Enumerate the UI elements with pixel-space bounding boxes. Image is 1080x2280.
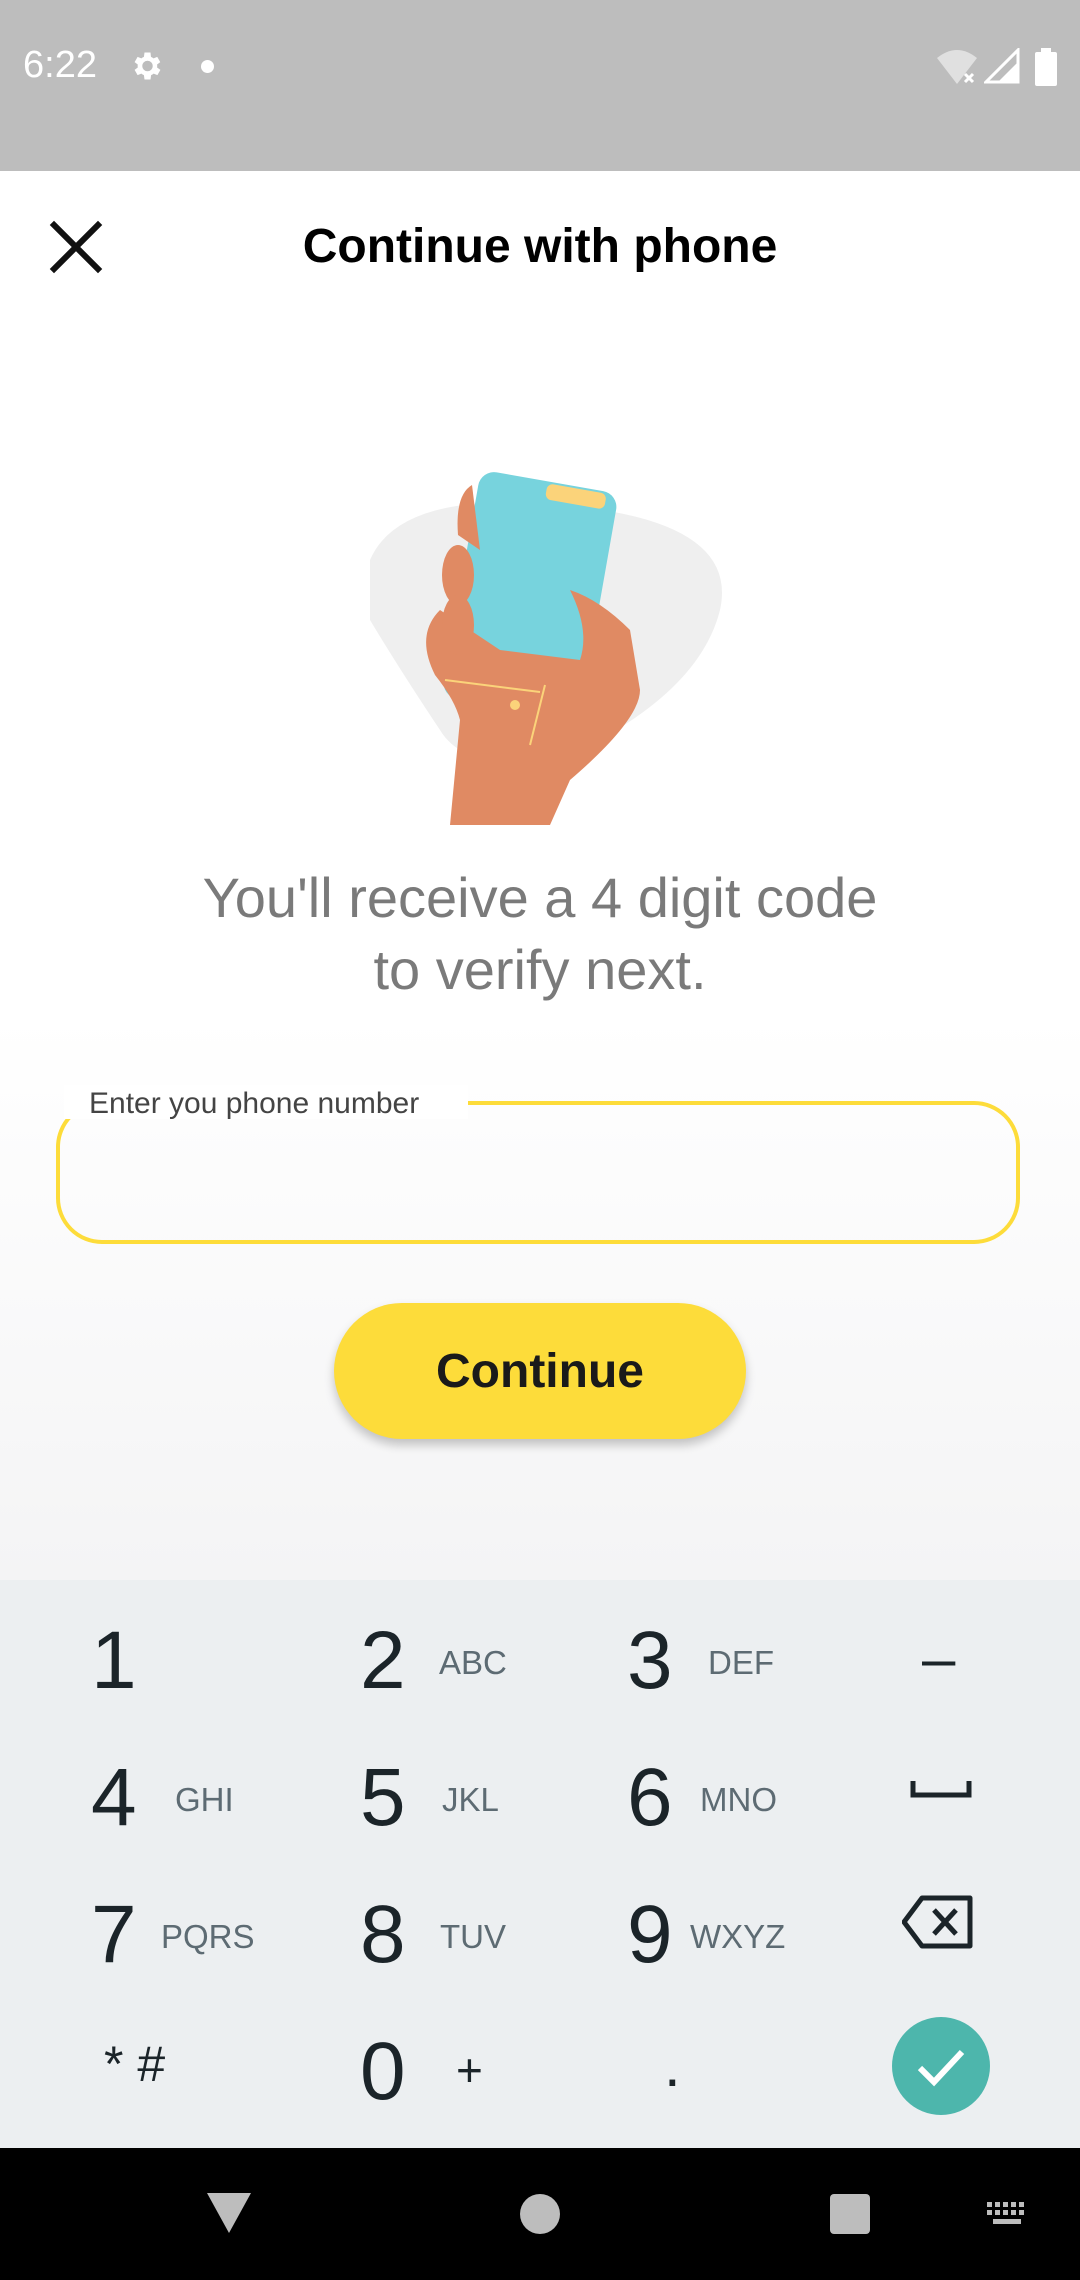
key-letters: JKL [442, 1781, 499, 1818]
recents-square-icon[interactable] [830, 2194, 870, 2234]
key-digit: 1 [91, 1615, 137, 1706]
done-button[interactable] [892, 2017, 990, 2115]
key-letters: WXYZ [690, 1918, 786, 1955]
gear-icon [134, 52, 161, 80]
wifi-off-icon [937, 50, 977, 84]
plus-symbol: + [456, 2044, 483, 2096]
star-hash-symbol: * # [104, 2036, 166, 2092]
key-8[interactable]: 8 TUV [270, 1854, 540, 1991]
key-digit: 9 [627, 1889, 673, 1980]
key-6[interactable]: 6 MNO [540, 1717, 810, 1854]
key-digit: 2 [360, 1615, 406, 1706]
status-bar: 6:22 [0, 0, 1080, 171]
hand-holding-phone-illustration [370, 472, 722, 825]
key-9[interactable]: 9 WXYZ [540, 1854, 810, 1991]
info-text: You'll receive a 4 digit code to verify … [202, 866, 878, 1001]
status-time: 6:22 [23, 44, 97, 86]
key-digit: 0 [360, 2026, 406, 2117]
key-3[interactable]: 3 DEF [540, 1580, 810, 1717]
backspace-icon [902, 1895, 973, 1949]
phone-field-label: Enter you phone number [89, 1087, 420, 1120]
key-letters: MNO [700, 1781, 777, 1818]
key-space[interactable] [810, 1717, 1080, 1854]
key-2[interactable]: 2 ABC [270, 1580, 540, 1717]
key-letters: ABC [439, 1644, 507, 1681]
key-1[interactable]: 1 [0, 1580, 270, 1717]
key-dot[interactable]: . [540, 1991, 810, 2128]
notification-dot-icon [201, 60, 214, 73]
check-icon [917, 2049, 965, 2087]
home-circle-icon[interactable] [520, 2194, 560, 2234]
key-7[interactable]: 7 PQRS [0, 1854, 270, 1991]
key-digit: 7 [91, 1889, 137, 1980]
keyboard-icon[interactable] [985, 2200, 1029, 2228]
signal-icon [984, 48, 1020, 84]
key-letters: PQRS [161, 1918, 255, 1955]
space-bar-icon [910, 1781, 972, 1798]
key-4[interactable]: 4 GHI [0, 1717, 270, 1854]
key-digit: 8 [360, 1889, 406, 1980]
dot-symbol: . [664, 2032, 681, 2099]
key-letters: GHI [175, 1781, 234, 1818]
key-digit: 5 [360, 1752, 406, 1843]
key-star-hash[interactable]: * # [0, 1991, 270, 2128]
key-digit: 4 [91, 1752, 137, 1843]
dash-symbol: – [922, 1625, 956, 1692]
back-triangle-icon[interactable] [204, 2190, 254, 2236]
phone-number-input[interactable] [90, 1140, 994, 1212]
key-letters: TUV [440, 1918, 506, 1955]
key-digit: 3 [627, 1615, 673, 1706]
key-0[interactable]: 0 + [270, 1991, 540, 2128]
battery-icon [1035, 48, 1057, 86]
key-digit: 6 [627, 1752, 673, 1843]
key-dash[interactable]: – [810, 1580, 1080, 1717]
key-backspace[interactable] [810, 1854, 1080, 1991]
continue-button[interactable]: Continue [334, 1303, 746, 1439]
page-title: Continue with phone [302, 220, 778, 273]
key-5[interactable]: 5 JKL [270, 1717, 540, 1854]
key-letters: DEF [708, 1644, 774, 1681]
